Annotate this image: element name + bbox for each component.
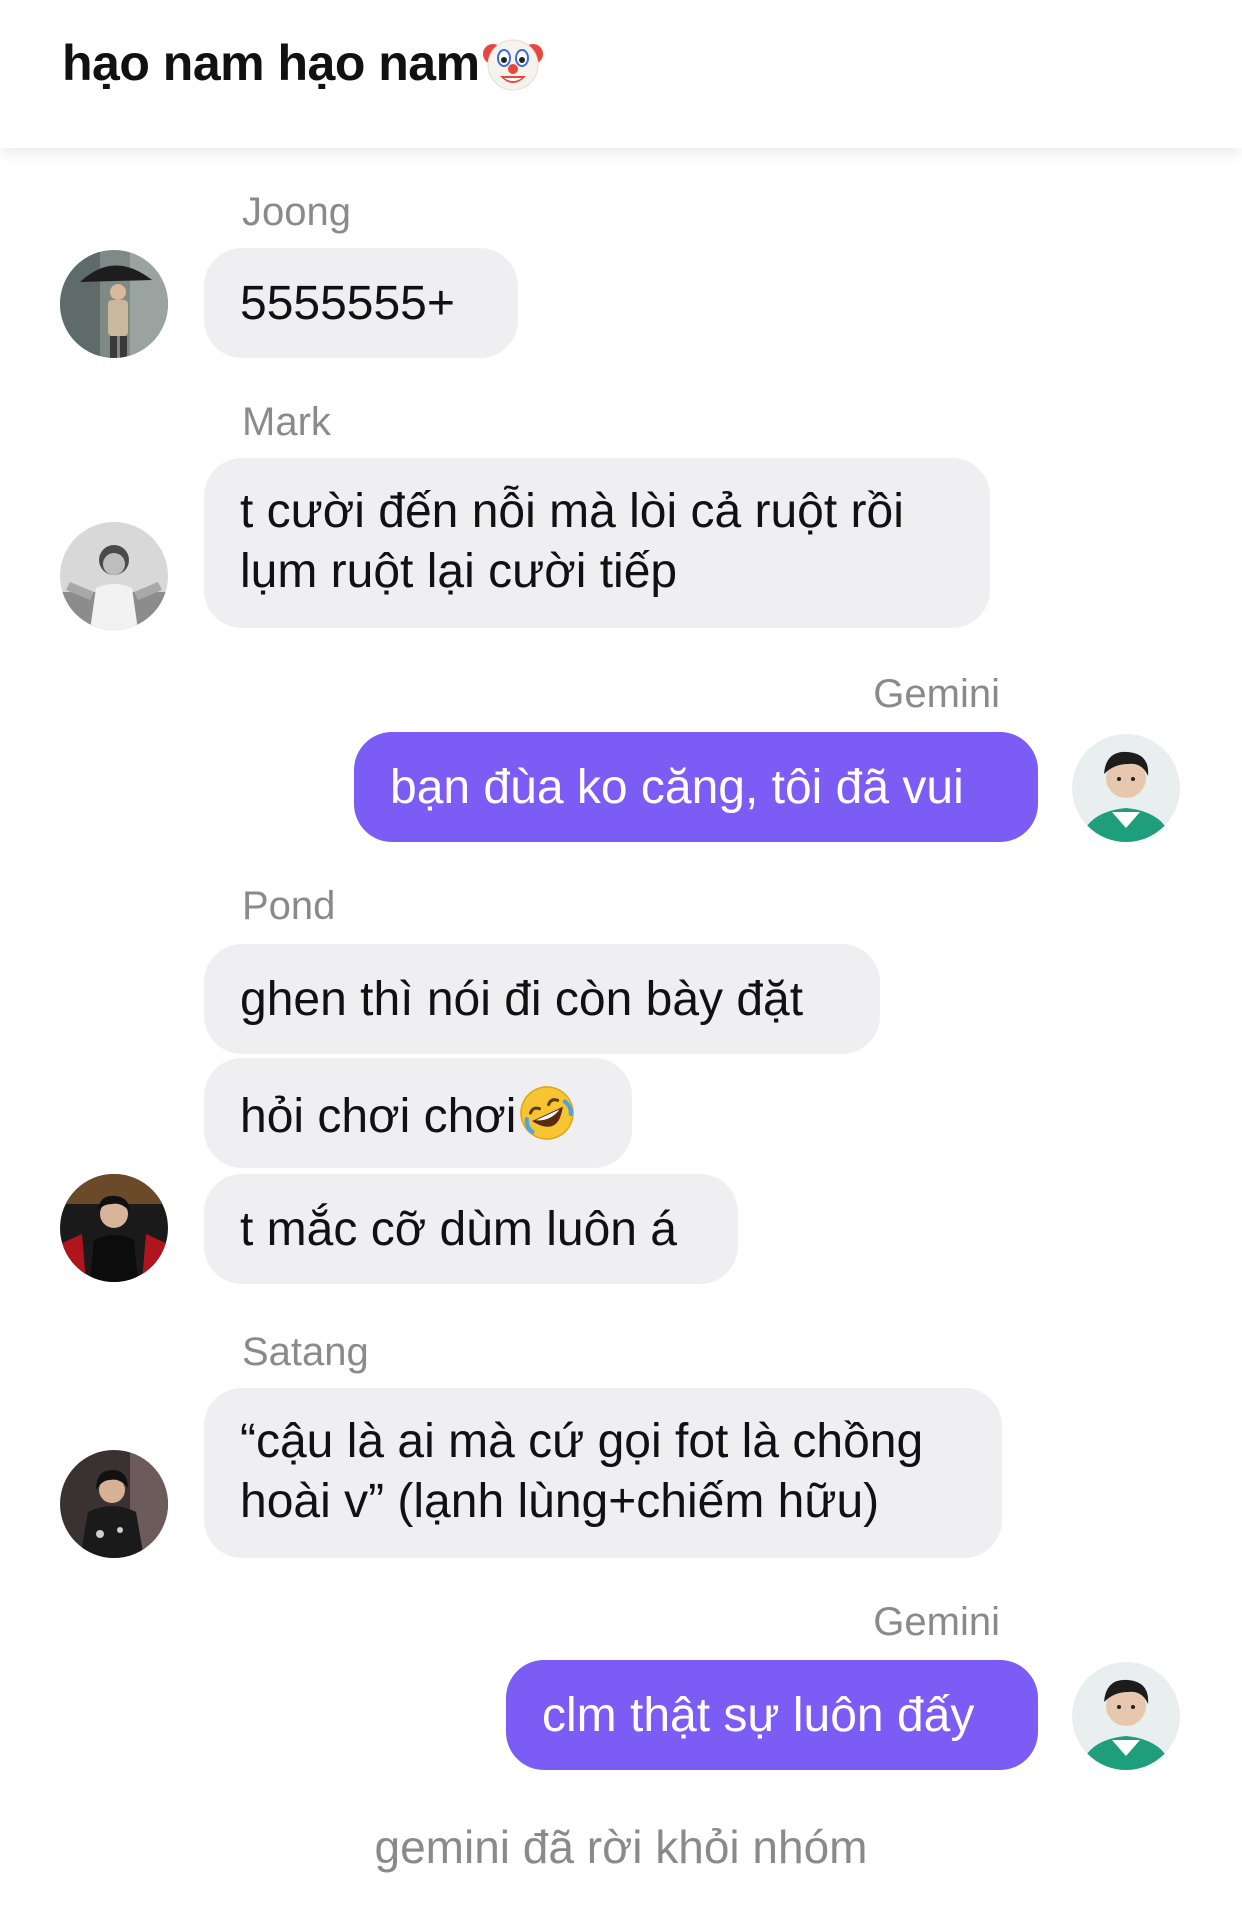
avatar-pond[interactable]: [60, 1174, 168, 1282]
message-bubble[interactable]: t cười đến nỗi mà lòi cả ruột rồi lụm ru…: [204, 458, 990, 628]
avatar-gemini[interactable]: [1072, 1662, 1180, 1770]
message-line: “cậu là ai mà cứ gọi fot là chồng: [240, 1415, 924, 1468]
message-line: lụm ruột lại cười tiếp: [240, 545, 678, 598]
clown-face-icon: [482, 32, 544, 94]
message-line: hoài v” (lạnh lùng+chiếm hữu): [240, 1475, 880, 1528]
chat-title[interactable]: hạo nam hạo nam: [62, 28, 544, 98]
sender-name: Pond: [242, 884, 336, 928]
chat-title-text: hạo nam hạo nam: [62, 35, 480, 91]
sender-name: Gemini: [873, 1600, 1000, 1644]
rolling-laughing-icon: [518, 1084, 576, 1142]
message-bubble[interactable]: 5555555+: [204, 248, 518, 358]
message-text: bạn đùa ko căng, tôi đã vui: [390, 761, 964, 814]
message-text: clm thật sự luôn đấy: [542, 1689, 975, 1742]
message-bubble-outgoing[interactable]: clm thật sự luôn đấy: [506, 1660, 1038, 1770]
message-text: t mắc cỡ dùm luôn á: [240, 1203, 677, 1256]
message-text: hỏi chơi chơi: [240, 1090, 517, 1143]
message-text: ghen thì nói đi còn bày đặt: [240, 973, 804, 1026]
message-bubble[interactable]: t mắc cỡ dùm luôn á: [204, 1174, 738, 1284]
avatar-gemini[interactable]: [1072, 734, 1180, 842]
sender-name: Joong: [242, 190, 351, 234]
message-bubble[interactable]: hỏi chơi chơi: [204, 1058, 632, 1168]
avatar-joong[interactable]: [60, 250, 168, 358]
message-bubble[interactable]: “cậu là ai mà cứ gọi fot là chồng hoài v…: [204, 1388, 1002, 1558]
sender-name: Gemini: [873, 672, 1000, 716]
message-line: t cười đến nỗi mà lòi cả ruột rồi: [240, 485, 904, 538]
message-bubble[interactable]: ghen thì nói đi còn bày đặt: [204, 944, 880, 1054]
sender-name: Mark: [242, 400, 331, 444]
message-text: 5555555+: [240, 277, 455, 330]
avatar-mark[interactable]: [60, 522, 168, 630]
message-bubble-outgoing[interactable]: bạn đùa ko căng, tôi đã vui: [354, 732, 1038, 842]
system-message: gemini đã rời khỏi nhóm: [374, 1821, 868, 1873]
avatar-satang[interactable]: [60, 1450, 168, 1558]
chat-header: hạo nam hạo nam: [0, 0, 1242, 148]
sender-name: Satang: [242, 1330, 369, 1374]
